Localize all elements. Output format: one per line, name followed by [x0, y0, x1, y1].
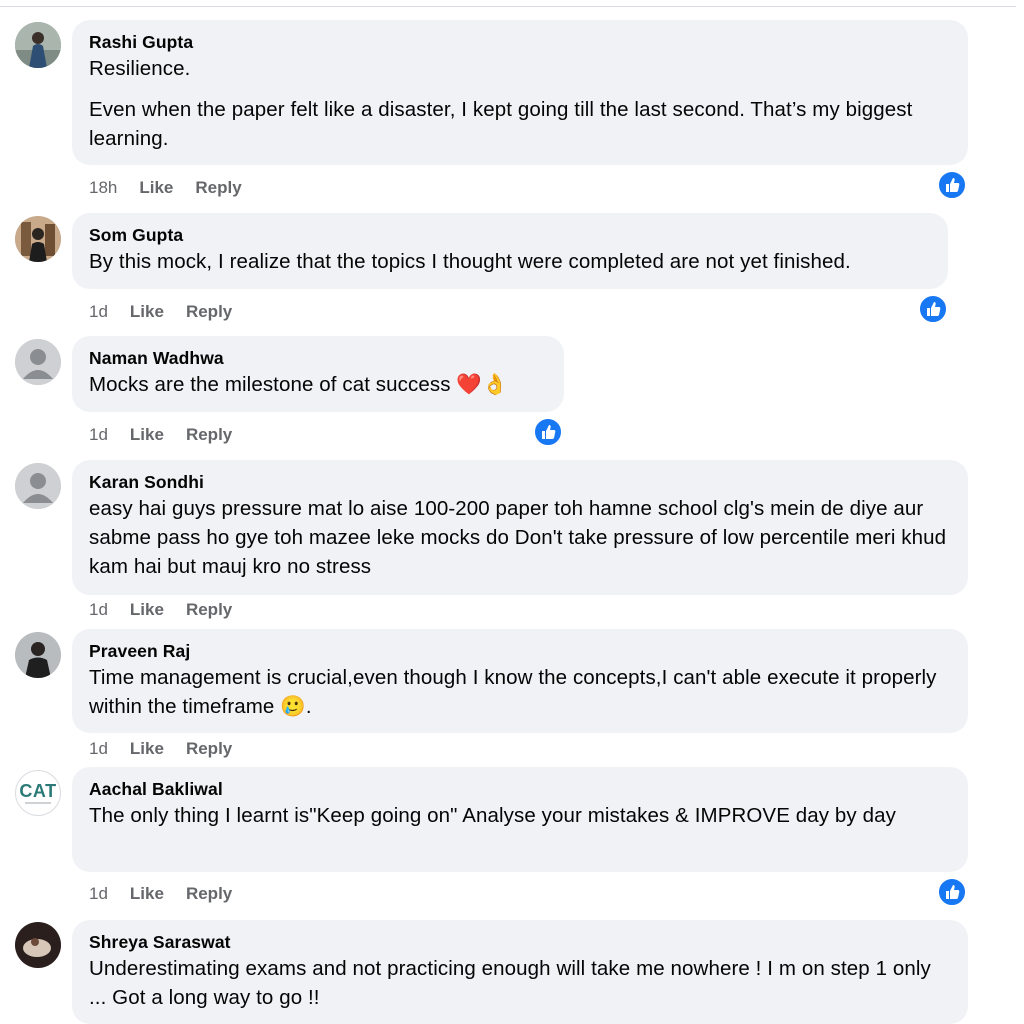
comment-bubble: Shreya Saraswat Underestimating exams an… [72, 920, 968, 1024]
comment-bubble: Aachal Bakliwal The only thing I learnt … [72, 767, 968, 872]
comment-timestamp[interactable]: 18h [89, 178, 117, 198]
comment-actions: 1d Like Reply [89, 425, 254, 445]
comment-bubble: Naman Wadhwa Mocks are the milestone of … [72, 336, 564, 412]
heart-ok-emoji: ❤️👌 [456, 373, 508, 396]
like-button[interactable]: Like [130, 739, 164, 759]
comment-author[interactable]: Karan Sondhi [89, 471, 950, 493]
avatar[interactable] [15, 216, 61, 262]
thumbs-up-icon[interactable] [918, 294, 948, 324]
reply-button[interactable]: Reply [186, 884, 232, 904]
reply-button[interactable]: Reply [195, 178, 241, 198]
avatar[interactable] [15, 339, 61, 385]
thumbs-up-icon[interactable] [937, 170, 967, 200]
comment-text: By this mock, I realize that the topics … [89, 250, 851, 273]
comment-actions: 1d Like Reply [89, 739, 254, 759]
comment-text: Underestimating exams and not practicing… [89, 957, 931, 1009]
previous-comment-divider [0, 0, 1016, 7]
avatar[interactable] [15, 632, 61, 678]
avatar[interactable] [15, 463, 61, 509]
comment-text: The only thing I learnt is"Keep going on… [89, 804, 896, 827]
comment-text-content: Mocks are the milestone of cat success [89, 373, 451, 396]
avatar[interactable] [15, 22, 61, 68]
reply-button[interactable]: Reply [186, 302, 232, 322]
comment-text: Resilience. [89, 57, 191, 80]
comment-text: Time management is crucial,even though I… [89, 666, 937, 718]
avatar[interactable] [15, 922, 61, 968]
reply-button[interactable]: Reply [186, 425, 232, 445]
comment-actions: 1d Like Reply [89, 600, 254, 620]
comment-bubble: Rashi Gupta Resilience. Even when the pa… [72, 20, 968, 165]
comment-bubble: Karan Sondhi easy hai guys pressure mat … [72, 460, 968, 595]
reply-button[interactable]: Reply [186, 739, 232, 759]
like-button[interactable]: Like [139, 178, 173, 198]
avatar[interactable]: CAT [15, 770, 61, 816]
like-button[interactable]: Like [130, 302, 164, 322]
like-button[interactable]: Like [130, 600, 164, 620]
thumbs-up-icon[interactable] [533, 417, 563, 447]
like-button[interactable]: Like [130, 884, 164, 904]
comment-actions: 1d Like Reply [89, 884, 254, 904]
comment-author[interactable]: Praveen Raj [89, 640, 950, 662]
comment-author[interactable]: Shreya Saraswat [89, 931, 950, 953]
comment-text: Even when the paper felt like a disaster… [89, 98, 913, 150]
comment-author[interactable]: Rashi Gupta [89, 31, 950, 53]
cat-logo-text: CAT [19, 781, 57, 801]
comment-actions: 18h Like Reply [89, 178, 264, 198]
comment-timestamp[interactable]: 1d [89, 302, 108, 322]
comment-author[interactable]: Naman Wadhwa [89, 347, 546, 369]
comment-timestamp[interactable]: 1d [89, 884, 108, 904]
comment-bubble: Praveen Raj Time management is crucial,e… [72, 629, 968, 733]
comment-timestamp[interactable]: 1d [89, 425, 108, 445]
like-button[interactable]: Like [130, 425, 164, 445]
comment-bubble: Som Gupta By this mock, I realize that t… [72, 213, 948, 289]
comment-text: Mocks are the milestone of cat success ❤… [89, 370, 546, 399]
comment-author[interactable]: Aachal Bakliwal [89, 778, 950, 800]
thumbs-up-icon[interactable] [937, 877, 967, 907]
comment-author[interactable]: Som Gupta [89, 224, 930, 246]
cat-logo-underline [25, 802, 51, 804]
comment-text: easy hai guys pressure mat lo aise 100-2… [89, 497, 947, 578]
reply-button[interactable]: Reply [186, 600, 232, 620]
comment-timestamp[interactable]: 1d [89, 600, 108, 620]
comment-actions: 1d Like Reply [89, 302, 254, 322]
comment-timestamp[interactable]: 1d [89, 739, 108, 759]
